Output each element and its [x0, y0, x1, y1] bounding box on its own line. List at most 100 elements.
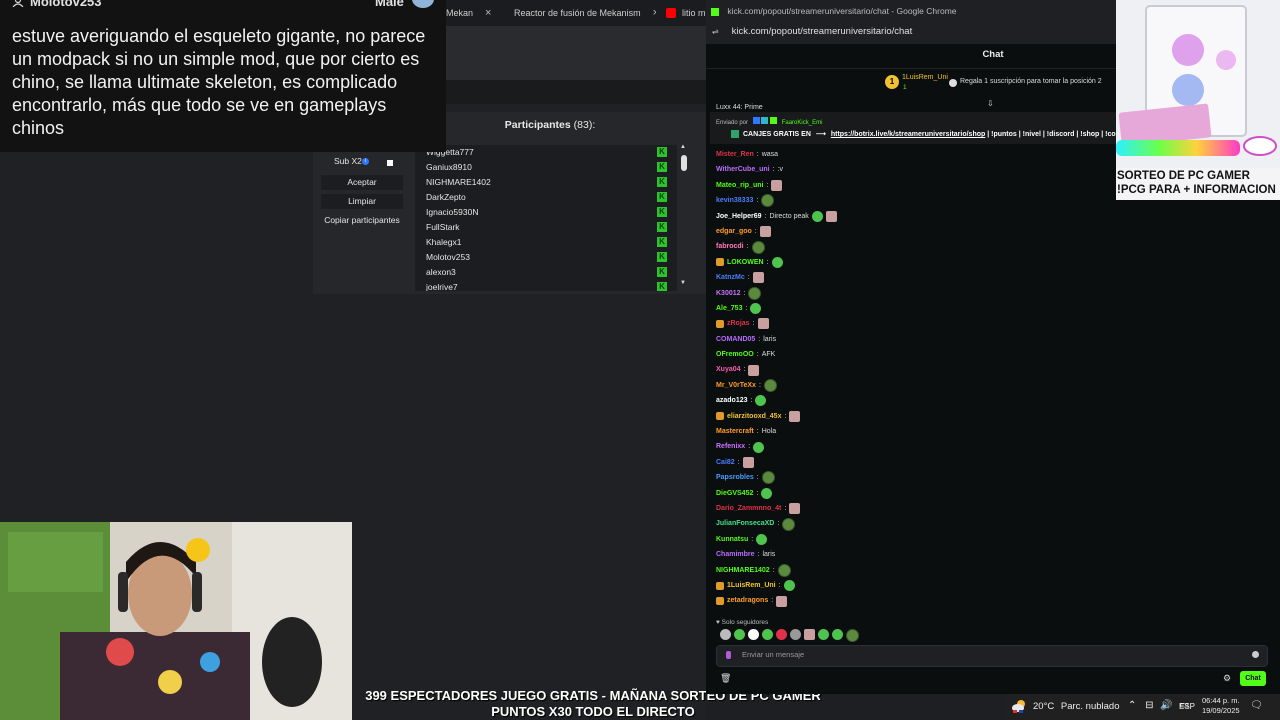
chat-username[interactable]: Joe_Helper69: [716, 209, 762, 224]
accept-button[interactable]: Aceptar: [321, 175, 403, 190]
chat-message: DieGVS452:: [716, 486, 1116, 501]
volume-icon[interactable]: 🔊: [1160, 700, 1172, 711]
scroll-up-arrow[interactable]: ▲: [680, 144, 686, 150]
site-settings-icon[interactable]: ⇌: [712, 22, 721, 42]
browser-tab-3[interactable]: litio m: [666, 4, 706, 22]
chevron-up-icon[interactable]: ⌃: [1128, 700, 1136, 711]
followers-only-label: Solo seguidores: [721, 619, 769, 626]
emote-icon: [789, 410, 801, 422]
separator: :: [756, 489, 759, 497]
chat-username[interactable]: zetadragons: [727, 593, 768, 608]
kick-icon: K: [657, 282, 667, 291]
partly-cloudy-icon[interactable]: [1011, 698, 1027, 714]
shop-link[interactable]: https://botrix.live/k/streameruniversita…: [831, 131, 985, 138]
chat-username[interactable]: Mr_V0rTeXx: [716, 378, 756, 393]
send-chat-button[interactable]: Chat: [1240, 671, 1266, 686]
clock[interactable]: 06:44 p. m. 19/09/2025: [1202, 696, 1240, 716]
chat-username[interactable]: Mastercraft: [716, 424, 754, 439]
user-icon: [12, 0, 24, 7]
emote-icon[interactable]: [748, 629, 759, 640]
close-icon[interactable]: ×: [485, 7, 491, 19]
emoji-icon[interactable]: [1252, 651, 1259, 658]
emote-icon: [783, 580, 795, 592]
browser-tab-2[interactable]: Reactor de fusión de Mekanism ×: [508, 4, 656, 22]
language-indicator[interactable]: ESP: [1179, 702, 1195, 711]
emote-bar[interactable]: [720, 629, 859, 642]
chat-message: Mr_V0rTeXx:: [716, 378, 1116, 393]
chat-username[interactable]: azado123: [716, 393, 748, 408]
chat-username[interactable]: DieGVS452: [716, 486, 753, 501]
chat-username[interactable]: Kunnatsu: [716, 532, 748, 547]
subscriber-badge-icon: [716, 412, 724, 421]
chevron-down-icon[interactable]: ⇩: [987, 99, 994, 108]
chat-username[interactable]: Cai82: [716, 455, 735, 470]
emote-icon[interactable]: [832, 629, 843, 640]
chat-message: Chamimbre: laris: [716, 547, 1116, 562]
sent-by-user[interactable]: FaaroKick_Emi: [782, 120, 823, 126]
trash-icon[interactable]: 🗑: [720, 673, 731, 684]
separator: :: [766, 258, 769, 266]
chat-username[interactable]: zRojas: [727, 316, 750, 331]
chat-username[interactable]: Mister_Ren: [716, 147, 754, 162]
chat-text: AFK: [761, 351, 776, 359]
participant-row: FullStark K: [415, 220, 677, 235]
notification-icon[interactable]: 🗨: [1250, 700, 1263, 711]
network-icon[interactable]: ⊟: [1145, 700, 1153, 711]
chat-username[interactable]: 1LuisRem_Uni: [727, 578, 776, 593]
chat-url-bar[interactable]: ⇌ kick.com/popout/streameruniversitario/…: [706, 22, 1116, 44]
chat-username[interactable]: KatnzMc: [716, 270, 745, 285]
emote-icon[interactable]: [790, 629, 801, 640]
close-icon[interactable]: ×: [653, 7, 656, 19]
chat-username[interactable]: K30012: [716, 286, 741, 301]
microphone-icon[interactable]: [726, 651, 731, 659]
scroll-down-arrow[interactable]: ▼: [680, 280, 686, 286]
emote-icon[interactable]: [804, 629, 815, 640]
gear-icon[interactable]: ⚙: [1223, 673, 1231, 684]
chat-username[interactable]: WitherCube_uni: [716, 162, 770, 177]
chat-username[interactable]: NIGHMARE1402: [716, 563, 770, 578]
weather-widget[interactable]: 20°C Parc. nublado: [1033, 701, 1120, 712]
chat-username[interactable]: Refenixx: [716, 439, 745, 454]
scrollbar-thumb[interactable]: [681, 155, 687, 171]
emote-icon[interactable]: [734, 629, 745, 640]
emote-icon[interactable]: [776, 629, 787, 640]
badge-icon: [752, 117, 760, 124]
emote-icon[interactable]: [720, 629, 731, 640]
copy-participants-button[interactable]: Copiar participantes: [321, 213, 403, 228]
chat-username[interactable]: LOKOWEN: [727, 255, 764, 270]
plus-icon[interactable]: [949, 79, 957, 87]
separator: :: [756, 197, 759, 205]
chat-message: Kunnatsu:: [716, 532, 1116, 547]
chat-username[interactable]: COMAND05: [716, 332, 755, 347]
chat-username[interactable]: Papsrobles: [716, 470, 754, 485]
chat-username[interactable]: eliarzitooxd_45x: [727, 409, 781, 424]
chat-username[interactable]: Xuya04: [716, 362, 741, 377]
chat-username[interactable]: fabrocdi: [716, 239, 744, 254]
participant-row: Molotov253 K: [415, 250, 677, 265]
chat-message: Ale_753:: [716, 301, 1116, 316]
participant-row: alexon3 K: [415, 265, 677, 280]
chat-username[interactable]: JulianFonsecaXD: [716, 516, 774, 531]
chat-username[interactable]: Ale_753: [716, 301, 742, 316]
top-donor-name[interactable]: 1LuisRem_Uni: [902, 74, 948, 81]
sub-x2-checkbox[interactable]: [387, 160, 393, 166]
chat-username[interactable]: OFremoOO: [716, 347, 754, 362]
chat-username[interactable]: Dario_Zammnno_4t: [716, 501, 781, 516]
clear-button[interactable]: Limpiar: [321, 194, 403, 209]
chat-message-list[interactable]: Mister_Ren: wasa WitherCube_uni::v Mateo_ri…: [716, 147, 1116, 609]
emote-icon: [757, 318, 769, 330]
gift-sub-text[interactable]: Regala 1 suscripción para tomar la posic…: [960, 78, 1102, 85]
emote-icon[interactable]: [818, 629, 829, 640]
chat-message: azado123:: [716, 393, 1116, 408]
ticker-line-2: PUNTOS X30 TODO EL DIRECTO: [491, 704, 695, 719]
browser-tab-1[interactable]: Mekan ×: [446, 4, 494, 22]
chat-username[interactable]: Mateo_rip_uni: [716, 178, 763, 193]
info-icon[interactable]: i: [362, 158, 369, 165]
chat-username[interactable]: edgar_goo: [716, 224, 752, 239]
emote-icon[interactable]: [846, 629, 859, 642]
chat-username[interactable]: Chamimbre: [716, 547, 755, 562]
chat-username[interactable]: kevin38333: [716, 193, 753, 208]
participants-title: Participantes (83):: [415, 119, 685, 139]
emote-icon[interactable]: [762, 629, 773, 640]
participants-list[interactable]: Wiggetta777 K Ganiux8910 K NIGHMARE1402 K Dark…: [415, 145, 677, 291]
